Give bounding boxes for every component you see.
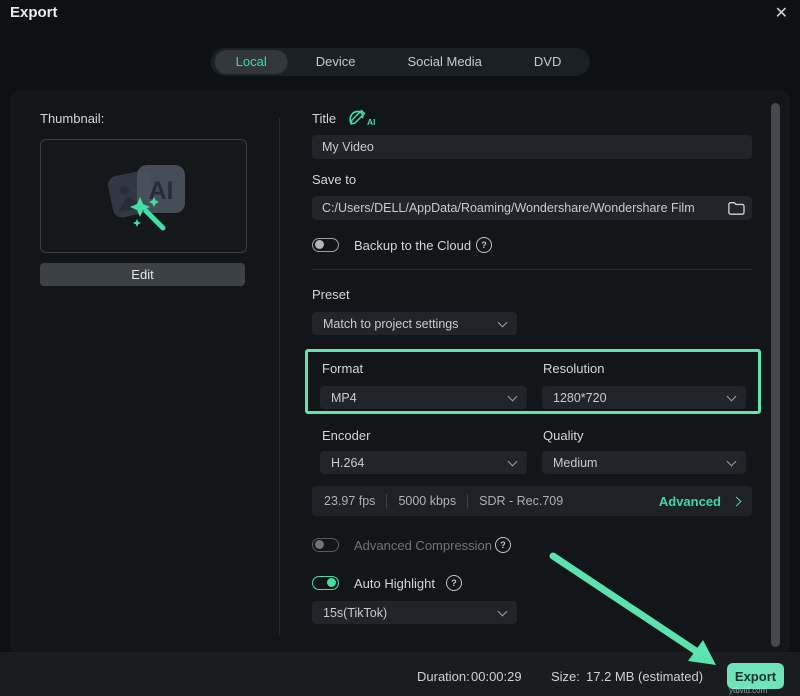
backup-help-icon[interactable]: ? [476, 237, 492, 253]
tab-social-media[interactable]: Social Media [381, 48, 507, 76]
preset-dropdown[interactable]: Match to project settings [312, 312, 517, 335]
quality-value: Medium [553, 455, 598, 470]
backup-cloud-toggle[interactable] [312, 238, 339, 252]
encoder-dropdown[interactable]: H.264 [320, 451, 527, 474]
export-dialog: Export ✕ Local Device Social Media DVD T… [0, 0, 800, 696]
preset-label: Preset [312, 287, 350, 302]
tab-local[interactable]: Local [214, 50, 288, 74]
auto-highlight-label: Auto Highlight [354, 576, 435, 591]
close-icon[interactable]: ✕ [775, 3, 788, 23]
edit-thumbnail-button[interactable]: Edit [40, 263, 245, 286]
save-path-wrap [312, 196, 752, 220]
ai-thumbnail-icon: AI [107, 165, 185, 231]
title-input[interactable] [322, 140, 742, 154]
divider [386, 494, 388, 508]
fps-value: 23.97 fps [324, 494, 376, 508]
window-title: Export [10, 4, 58, 21]
section-divider [312, 269, 752, 270]
encoder-label: Encoder [322, 428, 371, 443]
backup-cloud-label: Backup to the Cloud [354, 238, 472, 253]
watermark-text: ytbvid.com [729, 686, 768, 695]
bitrate-value: 5000 kbps [398, 494, 457, 508]
thumbnail-label: Thumbnail: [40, 111, 105, 126]
divider [467, 494, 469, 508]
auto-highlight-duration-value: 15s(TikTok) [323, 605, 388, 620]
chevron-right-icon [731, 496, 742, 506]
advanced-compression-label: Advanced Compression [354, 538, 493, 553]
panel-divider [279, 118, 280, 635]
title-label: Title [312, 111, 337, 126]
color-space-value: SDR - Rec.709 [479, 494, 564, 508]
panel-scrollbar[interactable] [771, 103, 780, 647]
export-target-tabs: Local Device Social Media DVD [210, 48, 590, 76]
footer-bar: Duration: 00:00:29 Size: 17.2 MB (estima… [0, 652, 800, 696]
size-value: 17.2 MB (estimated) [586, 669, 704, 684]
size-label: Size: [551, 669, 580, 684]
quality-dropdown[interactable]: Medium [542, 451, 746, 474]
annotation-highlight-box [305, 349, 761, 414]
encoder-value: H.264 [331, 455, 365, 470]
auto-highlight-toggle[interactable] [312, 576, 339, 590]
advanced-settings-link[interactable]: Advanced [659, 494, 721, 509]
thumbnail-preview[interactable]: AI [40, 139, 247, 253]
advanced-compression-help-icon[interactable]: ? [495, 537, 511, 553]
save-to-label: Save to [312, 172, 357, 187]
chevron-down-icon [726, 456, 737, 466]
quality-label: Quality [543, 428, 584, 443]
advanced-compression-toggle[interactable] [312, 538, 339, 552]
stream-info-bar: 23.97 fps 5000 kbps SDR - Rec.709 Advanc… [312, 486, 752, 516]
duration-value: 00:00:29 [471, 669, 522, 684]
title-field-wrap [312, 135, 752, 159]
auto-highlight-duration-dropdown[interactable]: 15s(TikTok) [312, 601, 517, 624]
ai-rename-icon[interactable]: AI [346, 107, 380, 129]
chevron-down-icon [497, 317, 508, 327]
preset-value: Match to project settings [323, 316, 459, 331]
auto-highlight-help-icon[interactable]: ? [446, 575, 462, 591]
svg-text:AI: AI [367, 117, 376, 127]
chevron-down-icon [507, 456, 518, 466]
duration-label: Duration: [417, 669, 470, 684]
save-path-input[interactable] [322, 201, 722, 215]
tab-device[interactable]: Device [290, 48, 382, 76]
folder-icon[interactable] [727, 200, 745, 216]
tab-dvd[interactable]: DVD [508, 48, 587, 76]
chevron-down-icon [497, 606, 508, 616]
